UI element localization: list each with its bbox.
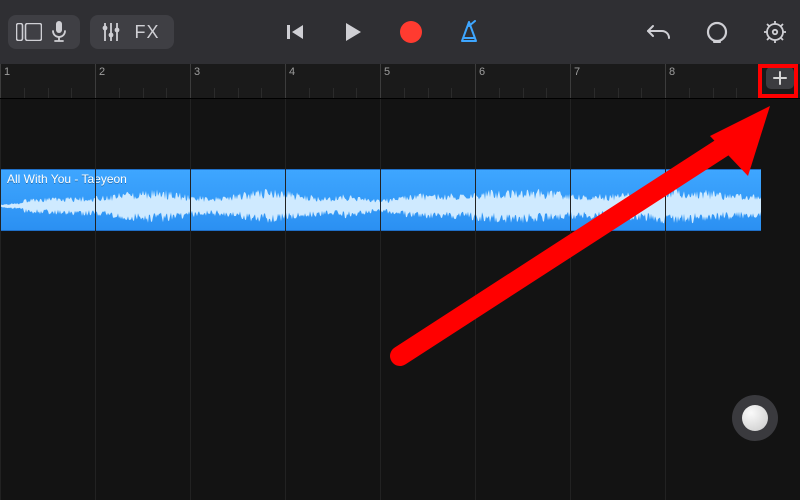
go-to-start-icon[interactable] xyxy=(280,17,310,47)
bar-line xyxy=(570,64,571,98)
undo-icon[interactable] xyxy=(644,17,674,47)
beat-tick xyxy=(618,88,619,98)
beat-tick xyxy=(143,88,144,98)
view-mic-group xyxy=(8,15,80,49)
beat-tick xyxy=(451,88,452,98)
beat-tick xyxy=(261,88,262,98)
waveform-icon xyxy=(1,186,761,226)
bar-number-label: 7 xyxy=(574,66,580,78)
toolbar: FX xyxy=(0,0,800,64)
beat-tick xyxy=(713,88,714,98)
beat-tick xyxy=(523,88,524,98)
beat-tick xyxy=(594,88,595,98)
beat-tick xyxy=(24,88,25,98)
microphone-icon[interactable] xyxy=(44,17,74,47)
tracks-area[interactable]: All With You - Taeyeon xyxy=(0,99,800,500)
bar-line xyxy=(570,99,571,500)
bar-line xyxy=(475,99,476,500)
bar-number-label: 6 xyxy=(479,66,485,78)
beat-tick xyxy=(238,88,239,98)
add-section-button[interactable] xyxy=(766,67,794,89)
beat-tick xyxy=(689,88,690,98)
bar-line xyxy=(380,64,381,98)
toolbar-right-group xyxy=(616,0,790,64)
bar-line xyxy=(475,64,476,98)
bar-line xyxy=(190,99,191,500)
bar-line xyxy=(665,64,666,98)
beat-tick xyxy=(309,88,310,98)
audio-region-label: All With You - Taeyeon xyxy=(7,172,127,186)
bar-line xyxy=(0,99,1,500)
bar-number-label: 8 xyxy=(669,66,675,78)
bar-number-label: 3 xyxy=(194,66,200,78)
beat-tick xyxy=(119,88,120,98)
fx-button[interactable]: FX xyxy=(126,17,168,47)
timeline-ruler[interactable]: 1 2 3 4 5 6 7 8 xyxy=(0,64,800,99)
bar-number-label: 1 xyxy=(4,66,10,78)
beat-tick xyxy=(214,88,215,98)
mixer-fx-group: FX xyxy=(90,15,174,49)
bar-number-label: 2 xyxy=(99,66,105,78)
beat-tick xyxy=(71,88,72,98)
beat-tick xyxy=(404,88,405,98)
metronome-icon[interactable] xyxy=(454,17,484,47)
beat-tick xyxy=(736,88,737,98)
loop-browser-icon[interactable] xyxy=(702,17,732,47)
bar-number-label: 4 xyxy=(289,66,295,78)
beat-tick xyxy=(546,88,547,98)
bar-line xyxy=(0,64,1,98)
beat-tick xyxy=(428,88,429,98)
beat-tick xyxy=(499,88,500,98)
beat-tick xyxy=(166,88,167,98)
transport-group xyxy=(280,0,484,64)
bar-number-label: 5 xyxy=(384,66,390,78)
beat-tick xyxy=(356,88,357,98)
bar-line xyxy=(665,99,666,500)
beat-tick xyxy=(333,88,334,98)
record-icon[interactable] xyxy=(396,17,426,47)
bar-line xyxy=(380,99,381,500)
assistive-touch-button[interactable] xyxy=(732,395,778,441)
tracks-view-icon[interactable] xyxy=(14,17,44,47)
bar-line xyxy=(95,64,96,98)
play-icon[interactable] xyxy=(338,17,368,47)
mixer-icon[interactable] xyxy=(96,17,126,47)
bar-line xyxy=(190,64,191,98)
bar-line xyxy=(95,99,96,500)
bar-line xyxy=(285,64,286,98)
beat-tick xyxy=(641,88,642,98)
settings-gear-icon[interactable] xyxy=(760,17,790,47)
bar-line xyxy=(285,99,286,500)
beat-tick xyxy=(48,88,49,98)
